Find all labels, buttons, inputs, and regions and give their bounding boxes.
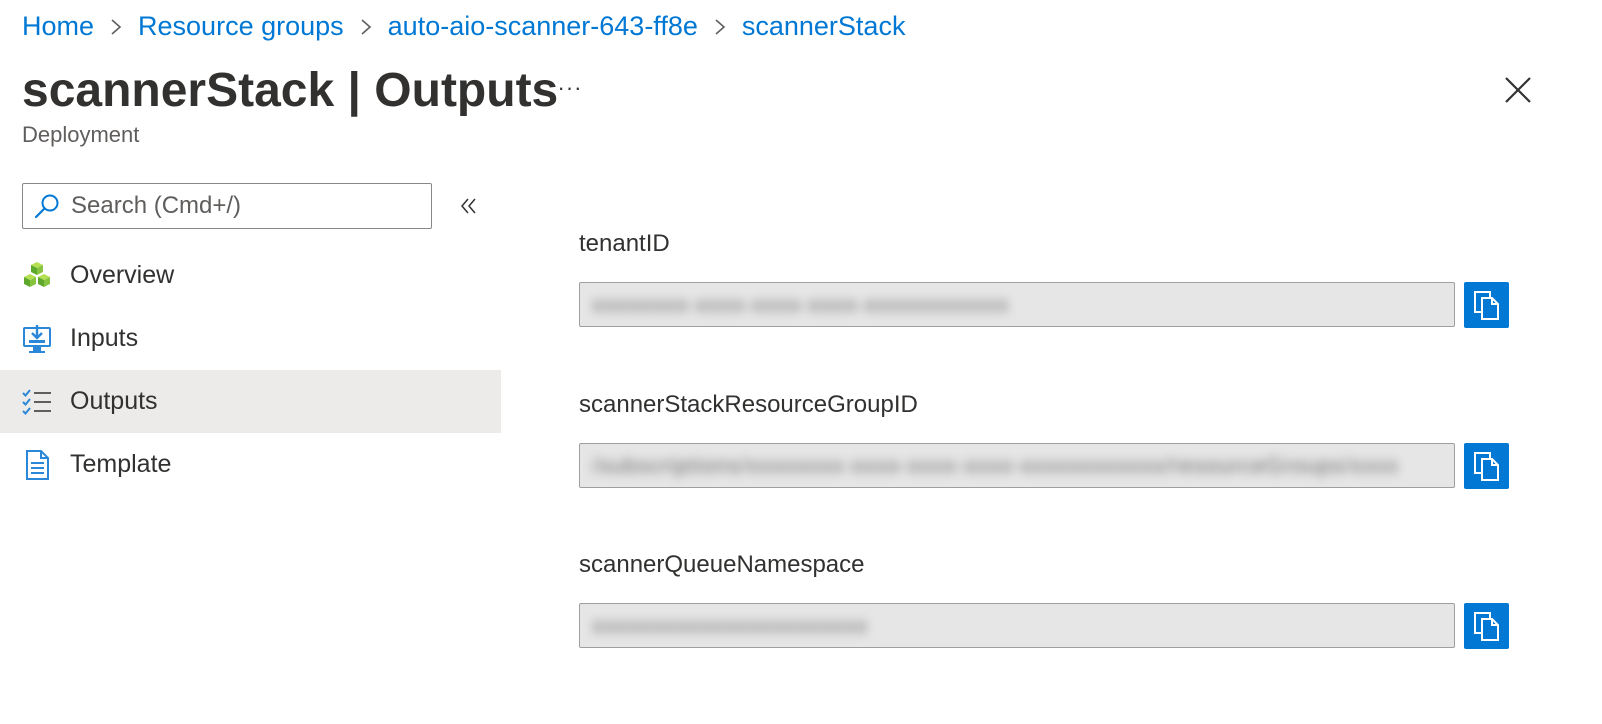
copy-button[interactable] [1464, 282, 1509, 328]
copy-button[interactable] [1464, 443, 1509, 489]
output-value: /subscriptions/xxxxxxxx-xxxx-xxxx-xxxx-x… [592, 452, 1399, 478]
output-field-resource-group-id[interactable]: /subscriptions/xxxxxxxx-xxxx-xxxx-xxxx-x… [579, 443, 1455, 488]
breadcrumb-home[interactable]: Home [22, 11, 94, 42]
output-value: xxxxxxxx-xxxx-xxxx-xxxx-xxxxxxxxxxxx [592, 291, 1010, 317]
collapse-menu-button[interactable] [452, 190, 486, 222]
copy-icon [1473, 452, 1499, 481]
page-subtitle: Deployment [22, 122, 140, 147]
search-icon [23, 184, 71, 228]
nav-item-overview[interactable]: Overview [0, 244, 501, 307]
resource-menu: Overview Inputs Outputs Template [0, 244, 501, 496]
page-header: scannerStack | Outputs [22, 58, 558, 122]
output-label-queue-namespace: scannerQueueNamespace [579, 551, 865, 578]
copy-icon [1473, 612, 1499, 641]
inputs-icon [20, 322, 54, 356]
search-box [22, 183, 432, 229]
cubes-icon [20, 259, 54, 293]
page-title: scannerStack | Outputs [22, 63, 558, 118]
more-options-button[interactable]: ··· [552, 70, 588, 106]
double-chevron-left-icon [461, 198, 476, 214]
output-value: xxxxxxxxxxxxxxxxxxxxxxx [592, 612, 868, 638]
nav-item-label: Template [70, 450, 172, 478]
chevron-right-icon [344, 11, 388, 42]
breadcrumb-resource-group[interactable]: auto-aio-scanner-643-ff8e [388, 11, 698, 42]
checklist-icon [20, 385, 54, 419]
close-button[interactable] [1498, 70, 1538, 110]
breadcrumb-deployment[interactable]: scannerStack [742, 11, 906, 42]
output-label-resource-group-id: scannerStackResourceGroupID [579, 391, 918, 418]
nav-item-template[interactable]: Template [0, 433, 501, 496]
document-icon [20, 448, 54, 482]
chevron-right-icon [698, 11, 742, 42]
nav-item-label: Overview [70, 261, 175, 289]
nav-item-outputs[interactable]: Outputs [0, 370, 501, 433]
nav-item-label: Inputs [70, 324, 139, 352]
breadcrumb-resource-groups[interactable]: Resource groups [138, 11, 344, 42]
page-title-resource: scannerStack [22, 63, 335, 117]
page-title-section: | Outputs [334, 63, 559, 117]
output-label-tenant-id: tenantID [579, 230, 670, 257]
output-field-tenant-id[interactable]: xxxxxxxx-xxxx-xxxx-xxxx-xxxxxxxxxxxx [579, 282, 1455, 327]
copy-icon [1473, 291, 1499, 320]
close-icon [1505, 77, 1531, 103]
search-input[interactable] [71, 192, 421, 220]
breadcrumb: Home Resource groups auto-aio-scanner-64… [22, 8, 905, 44]
nav-item-inputs[interactable]: Inputs [0, 307, 501, 370]
nav-item-label: Outputs [70, 387, 158, 415]
output-field-queue-namespace[interactable]: xxxxxxxxxxxxxxxxxxxxxxx [579, 603, 1455, 648]
copy-button[interactable] [1464, 603, 1509, 649]
chevron-right-icon [94, 11, 138, 42]
